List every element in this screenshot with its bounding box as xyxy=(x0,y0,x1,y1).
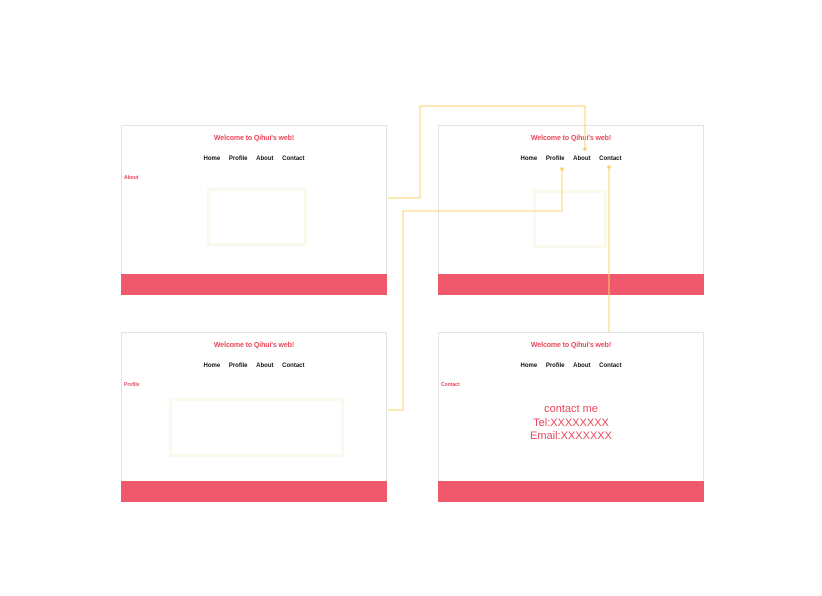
wireframe-about-page: Welcome to Qihui's web! Home Profile Abo… xyxy=(121,125,387,295)
nav-contact[interactable]: Contact xyxy=(599,363,621,369)
nav-contact[interactable]: Contact xyxy=(599,156,621,162)
wireframe-contact-page: Welcome to Qihui's web! Home Profile Abo… xyxy=(438,332,704,502)
site-title: Welcome to Qihui's web! xyxy=(530,342,612,349)
nav-home[interactable]: Home xyxy=(520,363,537,369)
site-title: Welcome to Qihui's web! xyxy=(530,135,612,142)
nav-bar: Home Profile About Contact xyxy=(439,363,703,369)
contact-heading: contact me xyxy=(544,403,598,415)
contact-email: Email:XXXXXXX xyxy=(530,430,612,442)
nav-about[interactable]: About xyxy=(573,156,590,162)
wireframe-home-page: Welcome to Qihui's web! Home Profile Abo… xyxy=(438,125,704,295)
nav-home[interactable]: Home xyxy=(203,363,220,369)
page-label-profile: Profile xyxy=(124,382,140,388)
nav-about[interactable]: About xyxy=(256,363,273,369)
content-placeholder xyxy=(169,398,344,457)
footer-bar xyxy=(121,481,387,502)
wireframe-profile-page: Welcome to Qihui's web! Home Profile Abo… xyxy=(121,332,387,502)
nav-profile[interactable]: Profile xyxy=(546,156,565,162)
contact-info: contact me Tel:XXXXXXXX Email:XXXXXXX xyxy=(439,403,703,444)
nav-bar: Home Profile About Contact xyxy=(439,156,703,162)
footer-bar xyxy=(438,274,704,295)
nav-profile[interactable]: Profile xyxy=(546,363,565,369)
page-label-about: About xyxy=(124,175,139,181)
footer-bar xyxy=(438,481,704,502)
nav-about[interactable]: About xyxy=(256,156,273,162)
site-title: Welcome to Qihui's web! xyxy=(213,342,295,349)
content-placeholder xyxy=(533,190,607,248)
nav-profile[interactable]: Profile xyxy=(229,156,248,162)
nav-home[interactable]: Home xyxy=(520,156,537,162)
nav-bar: Home Profile About Contact xyxy=(122,363,386,369)
nav-home[interactable]: Home xyxy=(203,156,220,162)
nav-contact[interactable]: Contact xyxy=(282,156,304,162)
nav-bar: Home Profile About Contact xyxy=(122,156,386,162)
connector-lines xyxy=(388,105,611,411)
nav-about[interactable]: About xyxy=(573,363,590,369)
nav-contact[interactable]: Contact xyxy=(282,363,304,369)
footer-bar xyxy=(121,274,387,295)
site-title: Welcome to Qihui's web! xyxy=(213,135,295,142)
nav-profile[interactable]: Profile xyxy=(229,363,248,369)
contact-tel: Tel:XXXXXXXX xyxy=(533,416,609,429)
content-placeholder xyxy=(207,188,307,246)
page-label-contact: Contact xyxy=(441,382,460,388)
